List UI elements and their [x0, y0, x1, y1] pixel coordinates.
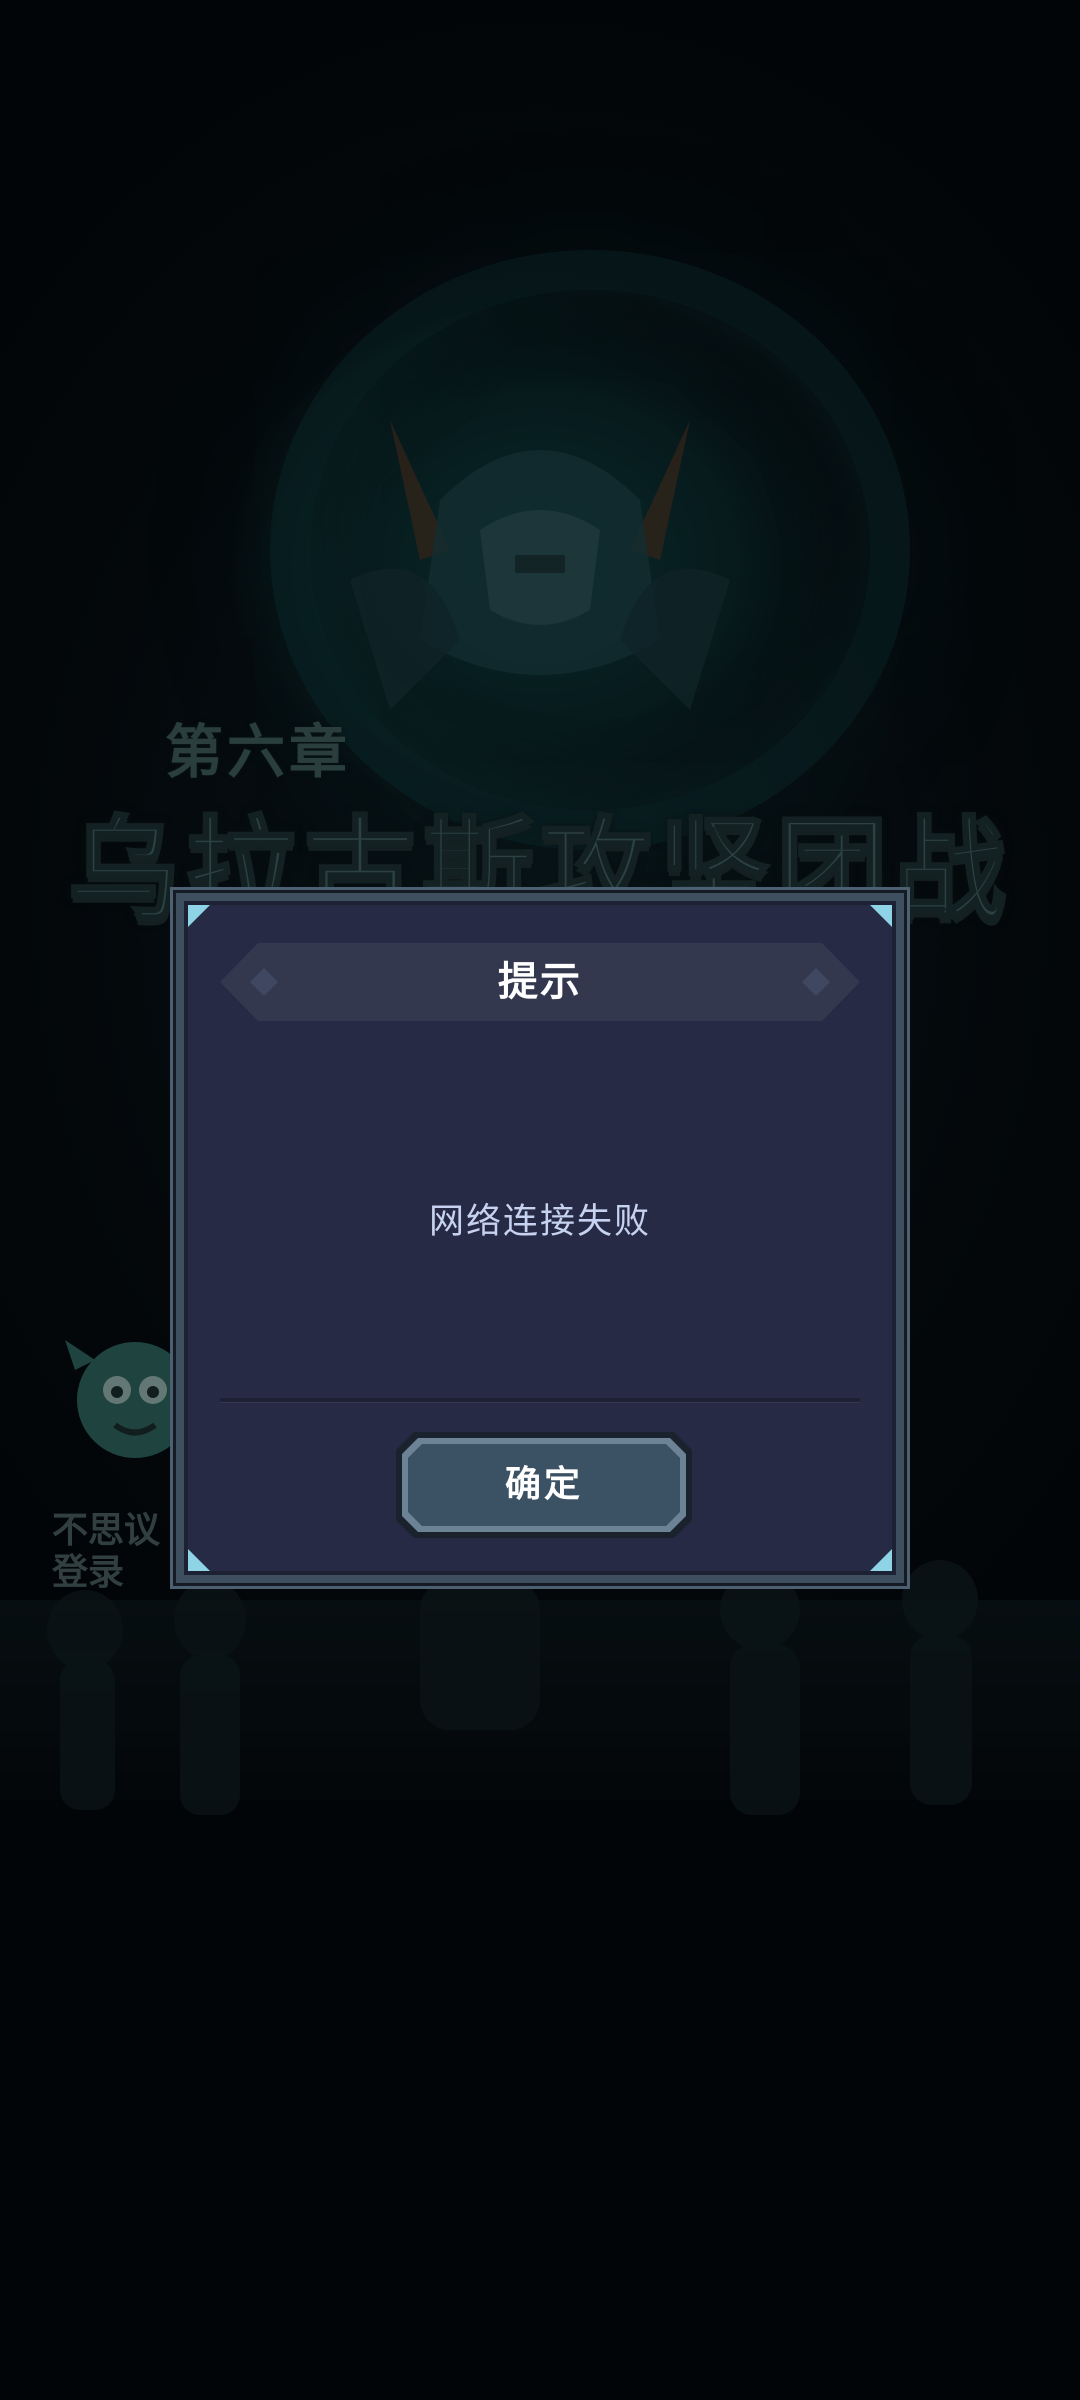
dialog-divider	[220, 1398, 860, 1403]
corner-ornament-icon	[188, 905, 210, 927]
dialog-title-banner: 提示	[220, 943, 860, 1021]
corner-ornament-icon	[188, 1549, 210, 1571]
dialog-title: 提示	[498, 959, 582, 1005]
corner-ornament-icon	[870, 1549, 892, 1571]
confirm-button[interactable]: 确定	[396, 1432, 692, 1538]
game-screen: 第六章 乌拉古斯攻坚团战 不思议 登录 提示 网络连接失败 确定	[0, 0, 1080, 2400]
corner-ornament-icon	[870, 905, 892, 927]
dialog-message: 网络连接失败	[428, 1202, 651, 1242]
alert-dialog: 提示 网络连接失败 确定	[176, 893, 904, 1583]
confirm-button-label: 确定	[504, 1464, 583, 1505]
